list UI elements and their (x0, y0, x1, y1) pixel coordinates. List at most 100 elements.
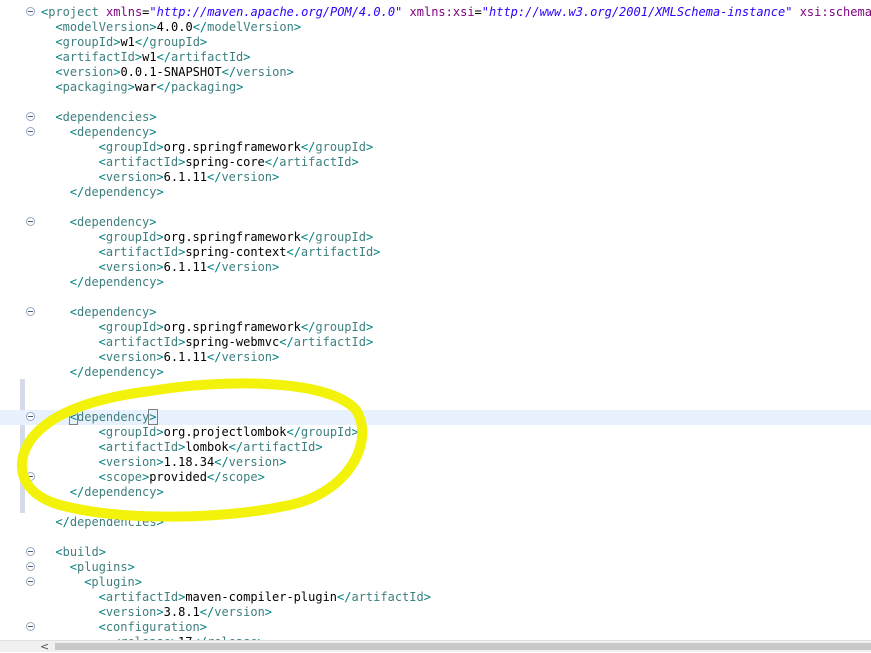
xml-tag-name: groupId (315, 230, 366, 244)
code-line[interactable]: <plugins> (0, 560, 871, 575)
fold-toggle-icon[interactable] (26, 547, 35, 556)
code-line[interactable]: <version>0.0.1-SNAPSHOT</version> (0, 65, 871, 80)
xml-text: provided (149, 470, 207, 484)
code-line[interactable]: <groupId>org.springframework</groupId> (0, 140, 871, 155)
code-line[interactable]: </dependency> (0, 365, 871, 380)
xml-bracket: </ (156, 80, 172, 94)
code-line[interactable]: </dependency> (0, 485, 871, 500)
code-line[interactable]: <groupId>org.springframework</groupId> (0, 320, 871, 335)
xml-bracket: > (373, 245, 381, 259)
xml-bracket: > (264, 605, 273, 619)
code-line[interactable] (0, 500, 871, 515)
xml-editor[interactable]: <project xmlns="http://maven.apache.org/… (0, 0, 871, 640)
xml-tag-name: scope (105, 470, 142, 484)
scroll-left-arrow-icon[interactable]: < (40, 641, 49, 653)
code-line[interactable]: </dependencies> (0, 515, 871, 530)
code-line[interactable] (0, 395, 871, 410)
fold-toggle-icon[interactable] (26, 127, 35, 136)
xml-bracket: > (156, 320, 164, 334)
code-line[interactable]: </dependency> (0, 275, 871, 290)
code-line[interactable]: <artifactId>spring-webmvc</artifactId> (0, 335, 871, 350)
code-text: <version>3.8.1</version> (99, 605, 272, 620)
xml-tag-name: version (228, 455, 280, 469)
code-line[interactable]: <artifactId>spring-context</artifactId> (0, 245, 871, 260)
xml-bracket: </ (206, 470, 222, 484)
xml-bracket: </ (286, 245, 301, 259)
code-line[interactable] (0, 530, 871, 545)
xml-text: org.projectlombok (163, 425, 287, 439)
code-line[interactable] (0, 200, 871, 215)
xml-bracket: > (257, 470, 265, 484)
xml-bracket: </ (156, 50, 172, 64)
code-line[interactable]: <build> (0, 545, 871, 560)
fold-toggle-icon[interactable] (26, 472, 35, 481)
fold-toggle-icon[interactable] (26, 112, 35, 121)
code-line[interactable]: <version>1.18.34</version> (0, 455, 871, 470)
xml-bracket: > (149, 20, 157, 34)
code-text: <version>6.1.11</version> (99, 260, 280, 275)
xml-tag-name: modelVersion (207, 20, 294, 34)
xml-bracket: </ (69, 365, 85, 379)
code-text: <build> (55, 545, 106, 560)
fold-toggle-icon[interactable] (26, 217, 35, 226)
code-line[interactable]: <dependencies> (0, 110, 871, 125)
xml-bracket: > (351, 155, 359, 169)
code-line[interactable] (0, 380, 871, 395)
code-line[interactable]: <version>6.1.11</version> (0, 350, 871, 365)
code-line[interactable]: <groupId>w1</groupId> (0, 35, 871, 50)
code-line[interactable]: <dependency> (0, 215, 871, 230)
xml-bracket: > (148, 409, 158, 425)
scrollbar-thumb[interactable] (55, 643, 871, 650)
xml-bracket: </ (337, 590, 352, 604)
xml-text: 1.18.34 (163, 455, 215, 469)
xml-tag-name: dependency (77, 305, 150, 319)
fold-toggle-icon[interactable] (26, 562, 35, 571)
xml-tag-name: groupId (315, 320, 366, 334)
code-line[interactable]: <version>6.1.11</version> (0, 170, 871, 185)
xml-tag-name: artifactId (279, 155, 352, 169)
code-line[interactable]: <dependency> (0, 305, 871, 320)
code-line[interactable]: <plugin> (0, 575, 871, 590)
fold-toggle-icon[interactable] (26, 307, 35, 316)
xml-tag-name: artifactId (293, 335, 366, 349)
xml-bracket: < (98, 590, 106, 604)
code-line[interactable]: <packaging>war</packaging> (0, 80, 871, 95)
code-line[interactable]: <groupId>org.springframework</groupId> (0, 230, 871, 245)
code-line[interactable]: <version>3.8.1</version> (0, 605, 871, 620)
code-line[interactable]: <version>6.1.11</version> (0, 260, 871, 275)
fold-toggle-icon[interactable] (26, 7, 35, 16)
xml-tag-name: groupId (149, 35, 200, 49)
code-line[interactable] (0, 290, 871, 305)
fold-toggle-icon[interactable] (26, 412, 35, 421)
xml-bracket: < (98, 320, 106, 334)
code-line[interactable]: <artifactId>w1</artifactId> (0, 50, 871, 65)
xml-tag-name: packaging (171, 80, 237, 94)
xml-bracket: > (279, 455, 287, 469)
xml-tag-name: groupId (105, 320, 157, 334)
code-line[interactable]: <artifactId>spring-core</artifactId> (0, 155, 871, 170)
horizontal-scrollbar[interactable]: < (0, 640, 871, 653)
code-line[interactable]: <dependency> (0, 125, 871, 140)
code-line[interactable]: <project xmlns="http://maven.apache.org/… (0, 5, 871, 20)
code-text: <project xmlns="http://maven.apache.org/… (41, 5, 871, 20)
code-line[interactable] (0, 95, 871, 110)
fold-toggle-icon[interactable] (26, 622, 35, 631)
code-line[interactable]: <artifactId>maven-compiler-plugin</artif… (0, 590, 871, 605)
code-line[interactable]: <configuration> (0, 620, 871, 635)
fold-toggle-icon[interactable] (26, 577, 35, 586)
xml-bracket: > (156, 230, 164, 244)
xml-bracket: < (98, 245, 106, 259)
code-text: <artifactId>spring-context</artifactId> (99, 245, 381, 260)
code-line[interactable]: <dependency> (0, 409, 871, 425)
xml-text: spring-webmvc (185, 335, 280, 349)
xml-text (402, 5, 409, 19)
code-line[interactable]: </dependency> (0, 185, 871, 200)
xml-text (99, 5, 106, 19)
code-line[interactable]: <artifactId>lombok</artifactId> (0, 440, 871, 455)
code-line[interactable]: <scope>provided</scope> (0, 470, 871, 485)
code-line[interactable]: <groupId>org.projectlombok</groupId> (0, 425, 871, 440)
xml-tag-name: groupId (62, 35, 114, 49)
xml-bracket: < (69, 560, 78, 574)
code-line[interactable]: <modelVersion>4.0.0</modelVersion> (0, 20, 871, 35)
xml-bracket: > (156, 350, 164, 364)
